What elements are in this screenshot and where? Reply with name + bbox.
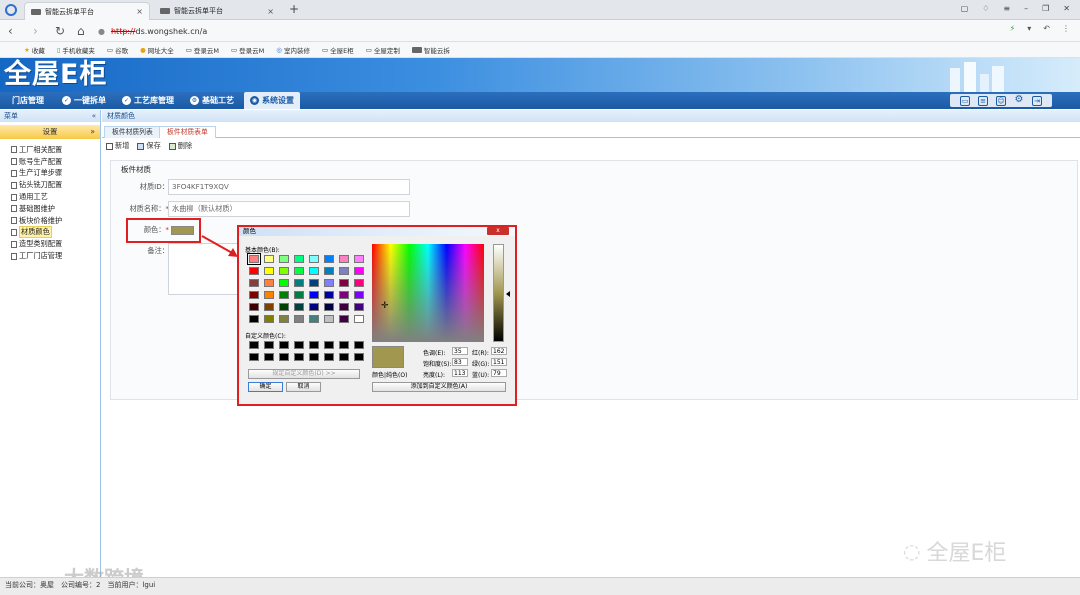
status-bar: 当前公司：奥屋 公司编号：2 当前用户：lgui (0, 577, 1080, 595)
color-swatch-cell[interactable] (249, 303, 259, 311)
color-swatch-cell[interactable] (354, 353, 364, 361)
color-swatch-cell[interactable] (264, 303, 274, 311)
color-swatch-cell[interactable] (294, 303, 304, 311)
color-swatch-cell[interactable] (249, 315, 259, 323)
dialog-titlebar: 颜色 x (239, 227, 515, 236)
color-swatch-cell[interactable] (324, 291, 334, 299)
color-swatch-cell[interactable] (279, 303, 289, 311)
hue-field[interactable]: 35 (452, 347, 468, 355)
color-swatch-cell[interactable] (279, 291, 289, 299)
color-swatch-cell[interactable] (309, 291, 319, 299)
watermark-text: 全屋E柜 (926, 541, 1007, 566)
color-swatch-cell[interactable] (339, 315, 349, 323)
custom-colors-label: 自定义颜色(C): (245, 333, 286, 340)
color-swatch-cell[interactable] (279, 279, 289, 287)
solid-color-label: 颜色|纯色(O) (372, 372, 408, 379)
color-swatch-cell[interactable] (294, 291, 304, 299)
luminance-slider[interactable] (493, 244, 504, 342)
color-swatch-cell[interactable] (309, 279, 319, 287)
hue-label: 色调(E): (423, 350, 446, 357)
luminance-field[interactable]: 113 (452, 369, 468, 377)
color-swatch-cell[interactable] (354, 303, 364, 311)
color-swatch-cell[interactable] (354, 291, 364, 299)
red-label: 红(R): (472, 350, 489, 357)
color-swatch-cell[interactable] (279, 315, 289, 323)
color-swatch-cell[interactable] (339, 341, 349, 349)
color-swatch-cell[interactable] (339, 267, 349, 275)
color-swatch-cell[interactable] (249, 291, 259, 299)
blue-label: 蓝(U): (472, 372, 490, 379)
color-swatch-cell[interactable] (264, 353, 274, 361)
saturation-label: 饱和度(S): (423, 361, 452, 368)
color-swatch-cell[interactable] (324, 255, 334, 263)
basic-colors-label: 基本颜色(B): (245, 247, 280, 254)
add-custom-color-button[interactable]: 添加到自定义颜色(A) (372, 382, 506, 392)
color-swatch-cell[interactable] (279, 353, 289, 361)
color-swatch-cell[interactable] (264, 291, 274, 299)
crosshair-icon: ✛ (381, 301, 389, 311)
color-swatch-cell[interactable] (324, 341, 334, 349)
close-icon[interactable]: x (487, 227, 509, 235)
color-swatch-cell[interactable] (339, 291, 349, 299)
color-swatch-cell[interactable] (324, 267, 334, 275)
color-swatch-cell[interactable] (264, 341, 274, 349)
color-swatch-cell[interactable] (309, 267, 319, 275)
blue-field[interactable]: 79 (491, 369, 507, 377)
color-swatch-cell[interactable] (249, 279, 259, 287)
color-swatch-cell[interactable] (264, 315, 274, 323)
color-swatch-cell[interactable] (309, 341, 319, 349)
color-swatch-cell[interactable] (294, 279, 304, 287)
color-swatch-cell[interactable] (264, 267, 274, 275)
color-swatch-cell[interactable] (354, 255, 364, 263)
color-swatch-cell[interactable] (354, 341, 364, 349)
define-custom-colors-button[interactable]: 规定自定义颜色(D) >> (248, 369, 360, 379)
annotation-arrows (201, 235, 284, 383)
color-swatch-cell[interactable] (354, 315, 364, 323)
color-swatch-cell[interactable] (249, 267, 259, 275)
color-swatch-cell[interactable] (324, 279, 334, 287)
color-swatch-cell[interactable] (294, 353, 304, 361)
color-swatch-cell[interactable] (279, 267, 289, 275)
green-field[interactable]: 151 (491, 358, 507, 366)
slider-handle-icon[interactable] (506, 291, 510, 297)
red-field[interactable]: 162 (491, 347, 507, 355)
color-swatch-cell[interactable] (339, 255, 349, 263)
color-swatch-cell[interactable] (324, 315, 334, 323)
luminance-label: 亮度(L): (423, 372, 446, 379)
color-swatch-cell[interactable] (309, 315, 319, 323)
color-swatch-cell[interactable] (339, 303, 349, 311)
color-swatch-cell[interactable] (249, 341, 259, 349)
color-spectrum[interactable] (372, 244, 484, 342)
color-swatch-cell[interactable] (309, 303, 319, 311)
color-swatch-cell[interactable] (279, 341, 289, 349)
color-swatch-cell[interactable] (294, 267, 304, 275)
color-swatch-cell[interactable] (354, 267, 364, 275)
color-swatch-cell[interactable] (294, 315, 304, 323)
color-swatch-cell[interactable] (294, 341, 304, 349)
color-swatch-cell[interactable] (309, 353, 319, 361)
color-swatch-cell[interactable] (264, 255, 274, 263)
saturation-field[interactable]: 83 (452, 358, 468, 366)
wechat-icon: ◌ (903, 539, 921, 563)
color-swatch-cell[interactable] (264, 279, 274, 287)
color-swatch-cell[interactable] (324, 303, 334, 311)
color-swatch-cell[interactable] (354, 279, 364, 287)
color-swatch-cell[interactable] (294, 255, 304, 263)
color-swatch-cell[interactable] (309, 255, 319, 263)
color-swatch-cell[interactable] (249, 353, 259, 361)
color-swatch-cell[interactable] (339, 353, 349, 361)
ok-button[interactable]: 确定 (248, 382, 283, 392)
dialog-title: 颜色 (243, 227, 256, 235)
color-swatch-cell[interactable] (324, 353, 334, 361)
green-label: 绿(G): (472, 361, 490, 368)
color-swatch-cell[interactable] (279, 255, 289, 263)
color-swatch-cell[interactable] (339, 279, 349, 287)
color-dialog: 颜色 x 基本颜色(B): 自定义颜色(C): 规定自定义颜色(D) >> 确定… (237, 225, 517, 406)
watermark-right: ◌ 全屋E柜 (903, 535, 1006, 567)
color-swatch-cell[interactable] (247, 253, 261, 265)
cancel-button[interactable]: 取消 (286, 382, 321, 392)
color-preview (372, 346, 404, 368)
